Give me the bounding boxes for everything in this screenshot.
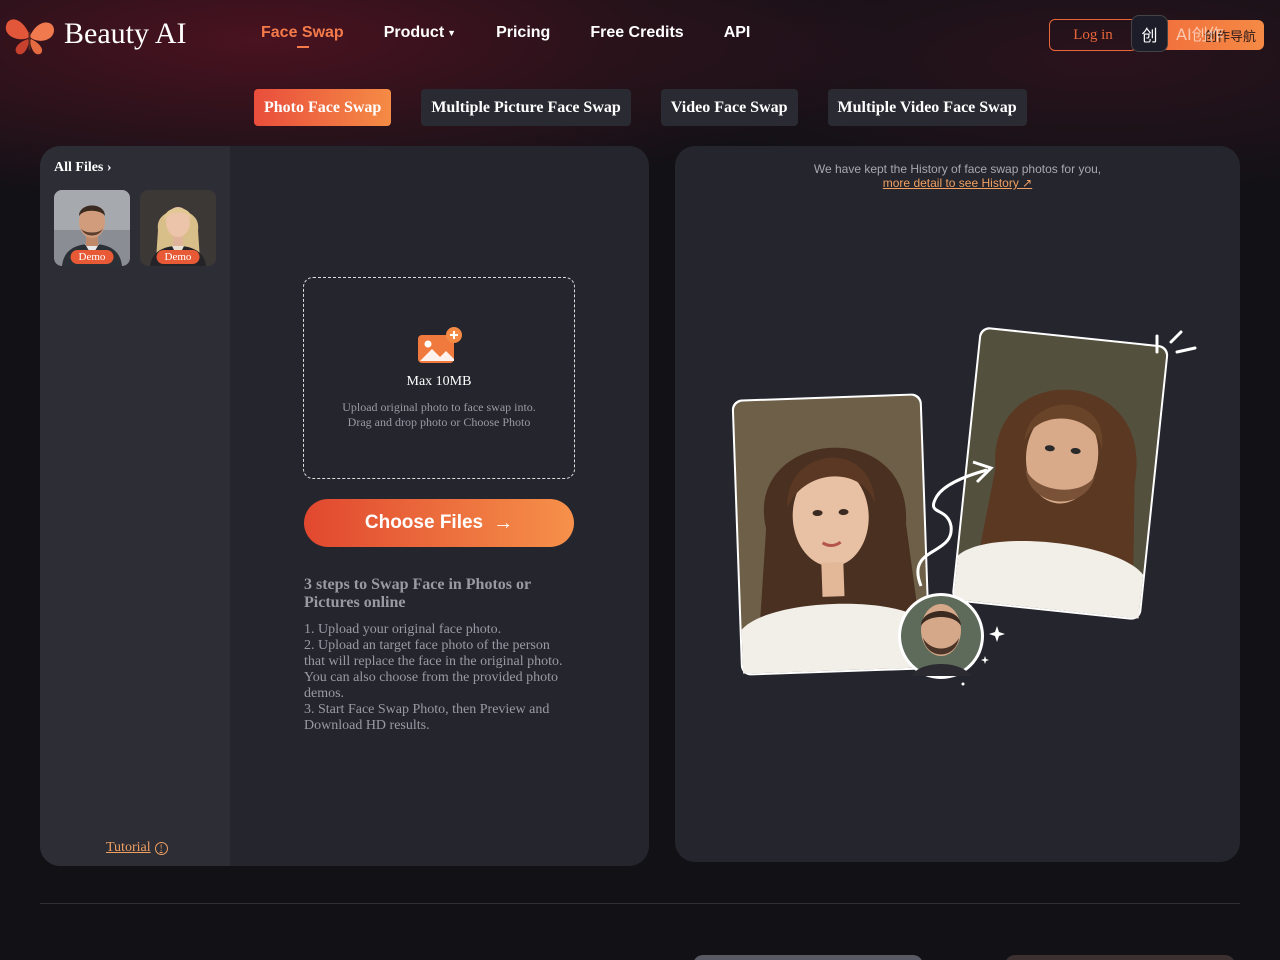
login-button[interactable]: Log in xyxy=(1049,19,1137,51)
mode-tabs: Photo Face Swap Multiple Picture Face Sw… xyxy=(254,89,1057,126)
brand-logo[interactable]: Beauty AI xyxy=(4,12,186,56)
upload-panel: All Files › Demo Demo Tutorial ! Max 10M… xyxy=(40,146,649,866)
main-nav: Face Swap Product ▼ Pricing Free Credits … xyxy=(261,24,790,48)
nav-api[interactable]: API xyxy=(724,24,751,42)
step-item: 2. Upload an target face photo of the pe… xyxy=(304,638,563,701)
section-divider xyxy=(40,903,1240,904)
choose-files-button[interactable]: Choose Files → xyxy=(304,499,574,547)
demo-badge: Demo xyxy=(156,250,200,264)
add-image-icon xyxy=(418,327,462,363)
max-size-label: Max 10MB xyxy=(406,374,472,389)
nav-face-swap[interactable]: Face Swap xyxy=(261,24,344,48)
face-swap-illustration xyxy=(731,327,1197,686)
choose-files-label: Choose Files xyxy=(364,512,484,533)
upload-hint-line1: Upload original photo to face swap into. xyxy=(342,400,536,414)
upload-hint: Upload original photo to face swap into.… xyxy=(304,400,574,430)
history-note-text: We have kept the History of face swap ph… xyxy=(813,162,1102,176)
history-link[interactable]: more detail to see History ↗ xyxy=(675,176,1240,190)
nav-free-credits[interactable]: Free Credits xyxy=(590,24,683,42)
tab-video-face-swap[interactable]: Video Face Swap xyxy=(660,89,798,126)
butterfly-icon xyxy=(5,19,54,55)
nav-pricing[interactable]: Pricing xyxy=(496,24,550,42)
all-files-label: All Files xyxy=(54,160,104,175)
arrow-right-icon: → xyxy=(493,511,514,534)
top-header: Beauty AI Face Swap Product ▼ Pricing Fre… xyxy=(0,0,1280,70)
next-section-image xyxy=(693,955,923,960)
steps-title: 3 steps to Swap Face in Photos or Pictur… xyxy=(304,576,531,611)
next-section-image xyxy=(1005,955,1235,960)
upload-hint-line2: Drag and drop photo or Choose Photo xyxy=(347,415,531,429)
caret-down-icon: ▼ xyxy=(447,27,457,38)
step-item: 1. Upload your original face photo. xyxy=(304,622,502,637)
history-note: We have kept the History of face swap ph… xyxy=(675,162,1240,190)
tab-multiple-video-face-swap[interactable]: Multiple Video Face Swap xyxy=(827,89,1027,126)
step-item: 3. Start Face Swap Photo, then Preview a… xyxy=(304,702,550,733)
demo-badge: Demo xyxy=(70,250,114,264)
demo-thumbnail-female[interactable]: Demo xyxy=(140,190,216,266)
nav-product[interactable]: Product ▼ xyxy=(384,24,456,42)
files-sidebar: All Files › Demo Demo Tutorial ! xyxy=(40,146,230,866)
creation-app-icon[interactable]: 创 xyxy=(1131,15,1168,52)
result-panel: We have kept the History of face swap ph… xyxy=(675,146,1240,862)
brand-name: Beauty AI xyxy=(64,17,187,50)
info-icon: ! xyxy=(154,841,168,855)
chevron-right-icon: › xyxy=(106,160,112,175)
steps-list: 1. Upload your original face photo. 2. U… xyxy=(304,622,574,734)
tab-multiple-picture-face-swap[interactable]: Multiple Picture Face Swap xyxy=(421,89,631,126)
all-files-link[interactable]: All Files › xyxy=(54,160,112,176)
upload-dropzone[interactable]: Max 10MB Upload original photo to face s… xyxy=(303,277,575,479)
nav-product-label: Product xyxy=(383,24,445,41)
tab-photo-face-swap[interactable]: Photo Face Swap xyxy=(254,89,392,126)
demo-thumbnail-male[interactable]: Demo xyxy=(54,190,130,266)
overlay-text: AI创作 xyxy=(1176,25,1224,44)
tutorial-link[interactable]: Tutorial ! xyxy=(106,840,168,856)
tutorial-label: Tutorial xyxy=(106,840,151,855)
